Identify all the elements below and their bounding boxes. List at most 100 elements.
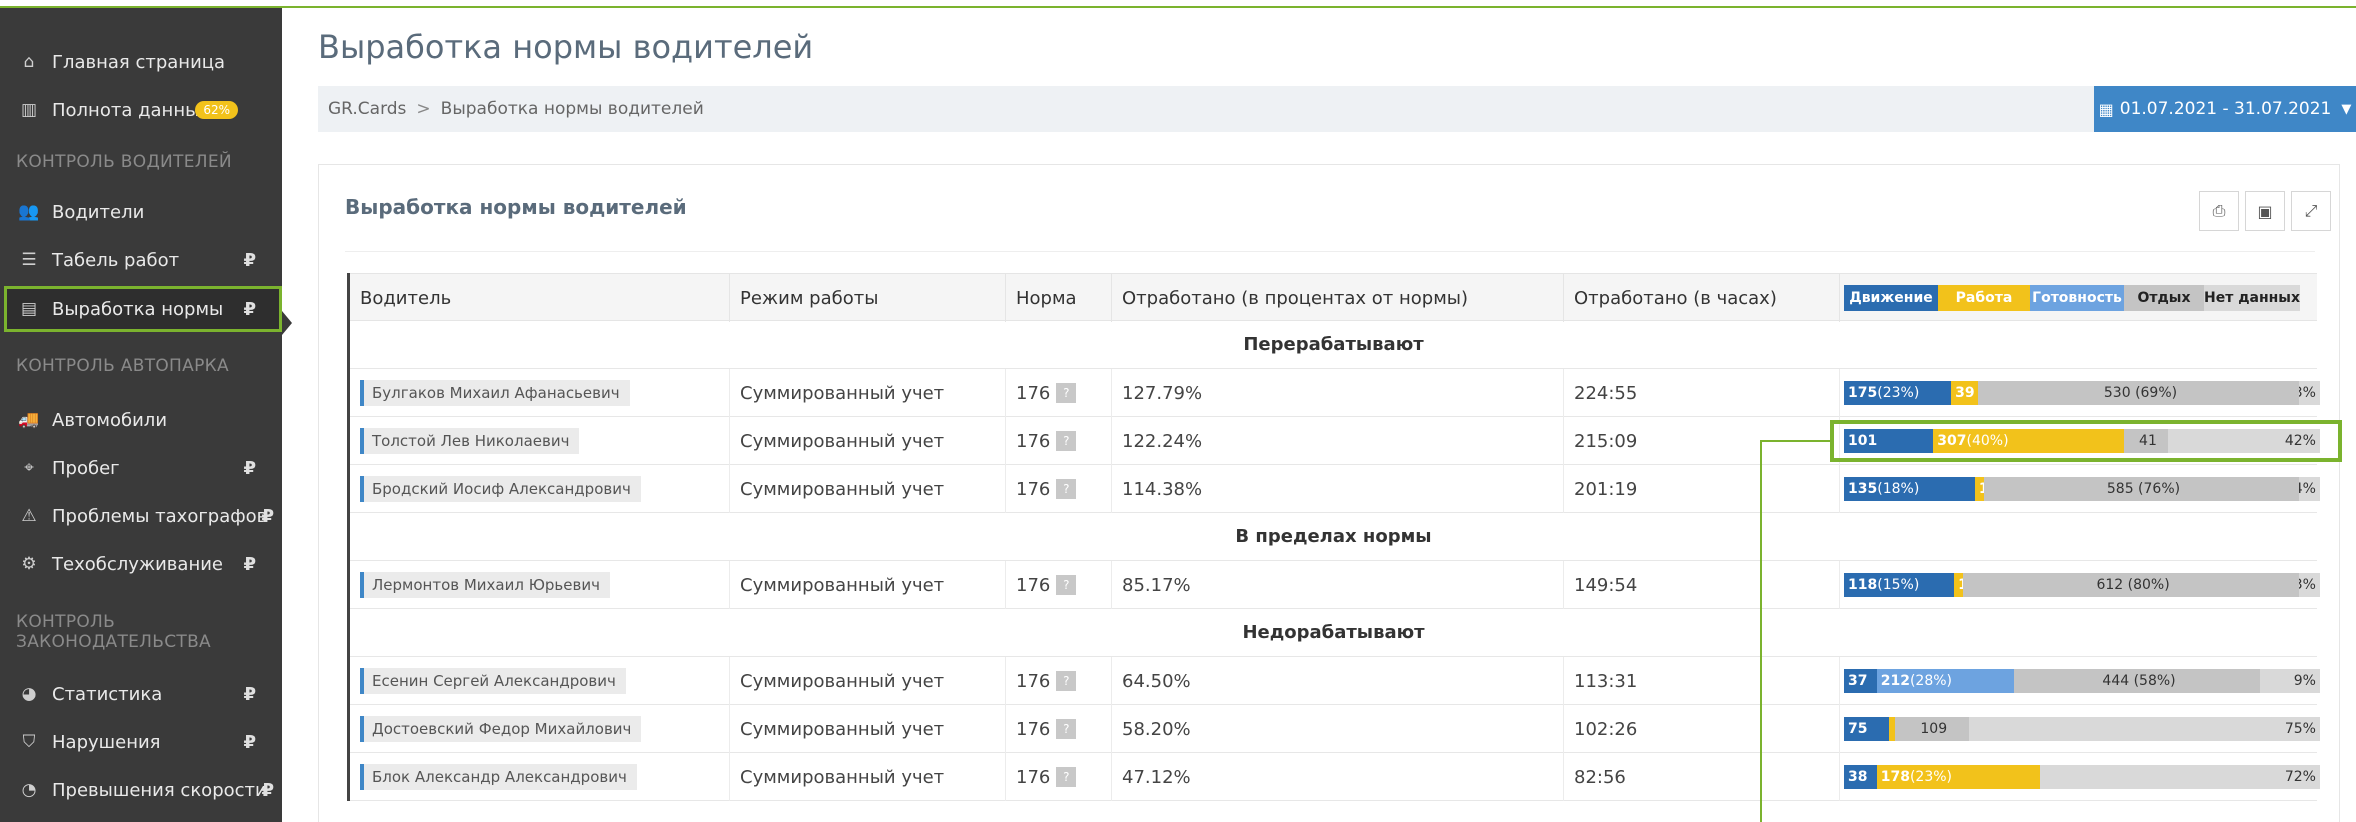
chevron-down-icon: ▼ [2341, 101, 2352, 117]
dashboard-icon: ◔ [21, 780, 37, 800]
column-header-norm[interactable]: Норма [1006, 274, 1112, 322]
activity-bar[interactable]: 75 109 75% [1844, 717, 2320, 741]
segment-value: 75 [1848, 721, 1868, 737]
highlight-connector-vertical [1760, 440, 1762, 822]
bar-segment-move: 75 [1844, 717, 1889, 741]
driver-name[interactable]: Бродский Иосиф Александрович [360, 476, 641, 502]
segment-value: 118 [1848, 577, 1878, 593]
sidebar-item-label: Полнота данных [52, 99, 210, 121]
table-row[interactable]: Булгаков Михаил Афанасьевич Суммированный… [350, 369, 2320, 417]
column-header-worked-hours[interactable]: Отработано (в часах) [1564, 274, 1840, 322]
norm-cell: 176? [1006, 417, 1112, 465]
sidebar-item-maintenance[interactable]: ⚙ Техобслуживание ₽ [0, 542, 282, 586]
sidebar-item-timesheet[interactable]: ☰ Табель работ ₽ [0, 238, 282, 282]
norm-cell: 176? [1006, 465, 1112, 513]
date-range-button[interactable]: ▦ 01.07.2021 - 31.07.2021 ▼ [2094, 86, 2356, 132]
driver-cell: Булгаков Михаил Афанасьевич [350, 369, 730, 417]
driver-cell: Достоевский Федор Михайлович [350, 705, 730, 753]
sidebar-item-label: Табель работ [52, 249, 180, 271]
help-icon[interactable]: ? [1056, 575, 1077, 595]
table-row[interactable]: Достоевский Федор Михайлович Суммированны… [350, 705, 2320, 753]
help-icon[interactable]: ? [1056, 719, 1077, 739]
help-icon[interactable]: ? [1056, 767, 1077, 787]
driver-name[interactable]: Блок Александр Александрович [360, 764, 637, 790]
sidebar-item-vehicles[interactable]: 🚚 Автомобили [0, 398, 282, 442]
bar-segment-work: 39 [1951, 381, 1978, 405]
help-icon[interactable]: ? [1056, 383, 1077, 403]
segment-percent: (18%) [1877, 481, 1920, 497]
group-row: В пределах нормы [350, 513, 2317, 561]
norm-value: 176 [1016, 670, 1051, 692]
driver-cell: Бродский Иосиф Александрович [350, 465, 730, 513]
table-row[interactable]: Блок Александр Александрович Суммированны… [350, 753, 2320, 801]
activity-bar[interactable]: 38 178 (23%) 72% [1844, 765, 2320, 789]
help-icon[interactable]: ? [1056, 479, 1077, 499]
column-header-mode[interactable]: Режим работы [730, 274, 1006, 322]
activity-bar[interactable]: 118 (15%)1612 (80%)3% [1844, 573, 2320, 597]
sidebar-item-speeding[interactable]: ◔ Превышения скорости ₽ [0, 768, 282, 812]
sidebar-item-norm-output[interactable]: ▤ Выработка нормы ₽ [4, 286, 282, 332]
panel-title: Выработка нормы водителей [345, 195, 687, 219]
highlight-annotation [1830, 420, 2342, 462]
help-icon[interactable]: ? [1056, 431, 1077, 451]
sidebar-item-data-completeness[interactable]: ▥ Полнота данных 62% [0, 88, 282, 132]
driver-name[interactable]: Есенин Сергей Александрович [360, 668, 626, 694]
breadcrumb: GR.Cards > Выработка нормы водителей ▦ 01.… [318, 86, 2356, 132]
sidebar-item-label: Статистика [52, 683, 163, 705]
sidebar-item-drivers[interactable]: 👥 Водители [0, 190, 282, 234]
table-row[interactable]: Бродский Иосиф Александрович Суммированны… [350, 465, 2320, 513]
sidebar-item-tachograph-problems[interactable]: ⚠ Проблемы тахографов ₽ [0, 494, 282, 538]
column-header-driver[interactable]: Водитель [350, 274, 730, 322]
sidebar-item-label: Нарушения [52, 731, 161, 753]
driver-name[interactable]: Лермонтов Михаил Юрьевич [360, 572, 610, 598]
export-excel-button[interactable]: ▣ [2245, 191, 2285, 231]
bar-segment-rest: 612 (80%) [1962, 573, 2300, 597]
activity-bar[interactable]: 37 212 (28%) 444 (58%) 9% [1844, 669, 2320, 693]
bar-segment-work: 1 [1974, 477, 1984, 501]
calendar-icon: ▦ [2098, 99, 2114, 119]
section-drivers: КОНТРОЛЬ ВОДИТЕЛЕЙ [16, 152, 232, 172]
worked-hours-cell: 113:31 [1564, 657, 1840, 705]
segment-percent: (15%) [1877, 577, 1920, 593]
sidebar-item-label: Пробег [52, 457, 120, 479]
driver-name[interactable]: Булгаков Михаил Афанасьевич [360, 380, 630, 406]
legend-ready: Готовность [2030, 285, 2124, 311]
worked-percent-cell: 64.50% [1112, 657, 1564, 705]
norm-table: Водитель Режим работы Норма Отработано (… [347, 273, 2320, 801]
users-icon: 👥 [18, 202, 40, 222]
completeness-badge: 62% [195, 101, 238, 119]
driver-cell: Блок Александр Александрович [350, 753, 730, 801]
column-header-worked-percent[interactable]: Отработано (в процентах от нормы) [1112, 274, 1564, 322]
active-item-pointer [282, 311, 292, 335]
driver-name[interactable]: Толстой Лев Николаевич [360, 428, 580, 454]
ruble-icon: ₽ [261, 779, 274, 801]
activity-bar[interactable]: 175 (23%)39530 (69%)3% [1844, 381, 2320, 405]
worked-hours-cell: 201:19 [1564, 465, 1840, 513]
sidebar-item-home[interactable]: ⌂ Главная страница [0, 40, 282, 84]
worked-hours-cell: 224:55 [1564, 369, 1840, 417]
help-icon[interactable]: ? [1056, 671, 1077, 691]
section-fleet: КОНТРОЛЬ АВТОПАРКА [16, 356, 229, 376]
breadcrumb-trail: GR.Cards > Выработка нормы водителей [328, 99, 704, 119]
bar-segment-move: 175 (23%) [1844, 381, 1952, 405]
table-row[interactable]: Лермонтов Михаил Юрьевич Суммированный уч… [350, 561, 2320, 609]
sidebar-item-label: Автомобили [52, 409, 168, 431]
sidebar-item-violations[interactable]: ⛉ Нарушения ₽ [0, 720, 282, 764]
segment-value: 9% [2293, 673, 2316, 689]
sidebar-item-label: Техобслуживание [52, 553, 223, 575]
table-row[interactable]: Есенин Сергей Александрович Суммированный… [350, 657, 2320, 705]
breadcrumb-root-link[interactable]: GR.Cards [328, 99, 406, 119]
driver-name[interactable]: Достоевский Федор Михайлович [360, 716, 642, 742]
bar-segment-work: 178 (23%) [1876, 765, 2041, 789]
mode-cell: Суммированный учет [730, 369, 1006, 417]
pie-chart-icon: ◕ [21, 684, 37, 704]
activity-bar[interactable]: 135 (18%)1585 (76%)4% [1844, 477, 2320, 501]
sidebar-item-statistics[interactable]: ◕ Статистика ₽ [0, 672, 282, 716]
list-icon: ☰ [21, 250, 37, 270]
bar-segment-rest: 109 [1894, 717, 1969, 741]
segment-value: 109 [1920, 721, 1948, 737]
print-button[interactable]: ⎙ [2199, 191, 2239, 231]
sidebar-item-mileage[interactable]: ⌖ Пробег ₽ [0, 446, 282, 490]
fullscreen-button[interactable]: ⤢ [2291, 191, 2331, 231]
segment-value: 72% [2284, 769, 2316, 785]
